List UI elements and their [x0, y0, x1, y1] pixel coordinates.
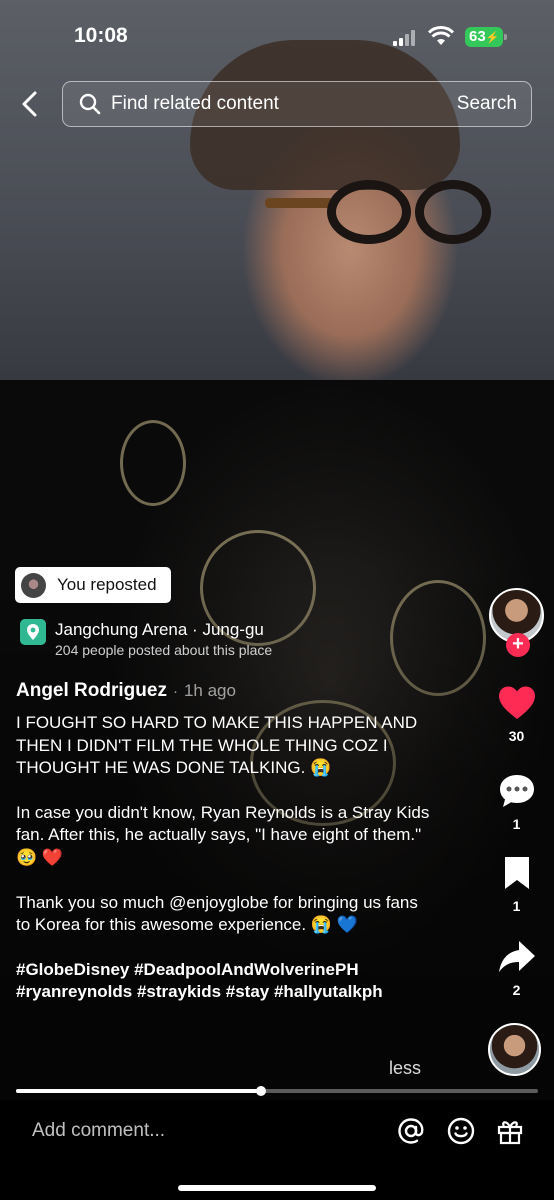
comment-count: 1	[512, 816, 521, 832]
bookmark-count: 1	[512, 898, 521, 914]
playback-progress-bar[interactable]	[16, 1086, 538, 1096]
share-arrow-icon	[498, 941, 535, 972]
comment-icon	[499, 775, 534, 807]
search-input[interactable]: Find related content	[111, 93, 279, 115]
battery-indicator: 63⚡	[465, 27, 507, 47]
search-button[interactable]: Search	[457, 93, 517, 115]
post-time: 1h ago	[183, 681, 236, 700]
separator: ·	[172, 683, 178, 700]
comment-bar: Add comment...	[0, 1100, 554, 1200]
emoji-icon[interactable]	[446, 1116, 476, 1146]
mention-icon[interactable]	[396, 1116, 426, 1146]
gift-icon[interactable]	[495, 1116, 525, 1146]
bookmark-icon	[504, 857, 529, 889]
progress-fill	[16, 1089, 262, 1093]
share-button[interactable]: 2	[479, 939, 554, 998]
like-count: 30	[508, 728, 525, 744]
search-icon	[79, 93, 101, 115]
video-screen[interactable]: 10:08 63⚡ Find related content Search + …	[0, 0, 554, 1200]
post-caption: I FOUGHT SO HARD TO MAKE THIS HAPPEN AND…	[16, 712, 436, 1026]
caption-paragraph: I FOUGHT SO HARD TO MAKE THIS HAPPEN AND…	[16, 713, 418, 778]
heart-icon	[498, 686, 535, 719]
caption-paragraph: In case you didn't know, Ryan Reynolds i…	[16, 802, 430, 867]
comment-button[interactable]: 1	[479, 773, 554, 832]
bookmark-button[interactable]: 1	[479, 855, 554, 914]
less-button[interactable]: less	[389, 1058, 421, 1079]
location-subtitle: 204 people posted about this place	[55, 642, 273, 658]
location-pin-icon	[20, 619, 46, 645]
cellular-signal-icon	[393, 30, 415, 46]
share-count: 2	[512, 982, 521, 998]
wifi-icon	[428, 26, 454, 45]
status-bar: 10:08 63⚡	[0, 0, 554, 72]
status-time: 10:08	[74, 24, 128, 47]
repost-label: You reposted	[57, 575, 157, 594]
location-name: Jangchung Arena · Jung-gu	[55, 620, 264, 639]
comment-input[interactable]: Add comment...	[32, 1120, 165, 1142]
like-button[interactable]: 30	[479, 685, 554, 744]
reposter-avatar	[21, 572, 46, 598]
back-arrow-icon[interactable]	[18, 90, 42, 118]
caption-paragraph: Thank you so much @enjoyglobe for bringi…	[16, 892, 418, 935]
caption-hashtags[interactable]: #GlobeDisney #DeadpoolAndWolverinePH #ry…	[16, 959, 436, 1004]
follow-button[interactable]: +	[506, 633, 530, 657]
author-line: Angel Rodriguez · 1h ago	[16, 680, 236, 702]
author-name[interactable]: Angel Rodriguez	[16, 680, 167, 701]
repost-badge[interactable]: You reposted	[15, 567, 171, 603]
home-indicator	[178, 1185, 376, 1191]
sound-avatar[interactable]	[488, 1023, 541, 1076]
video-frame-detail	[265, 180, 495, 250]
search-bar[interactable]: Find related content Search	[62, 81, 532, 127]
